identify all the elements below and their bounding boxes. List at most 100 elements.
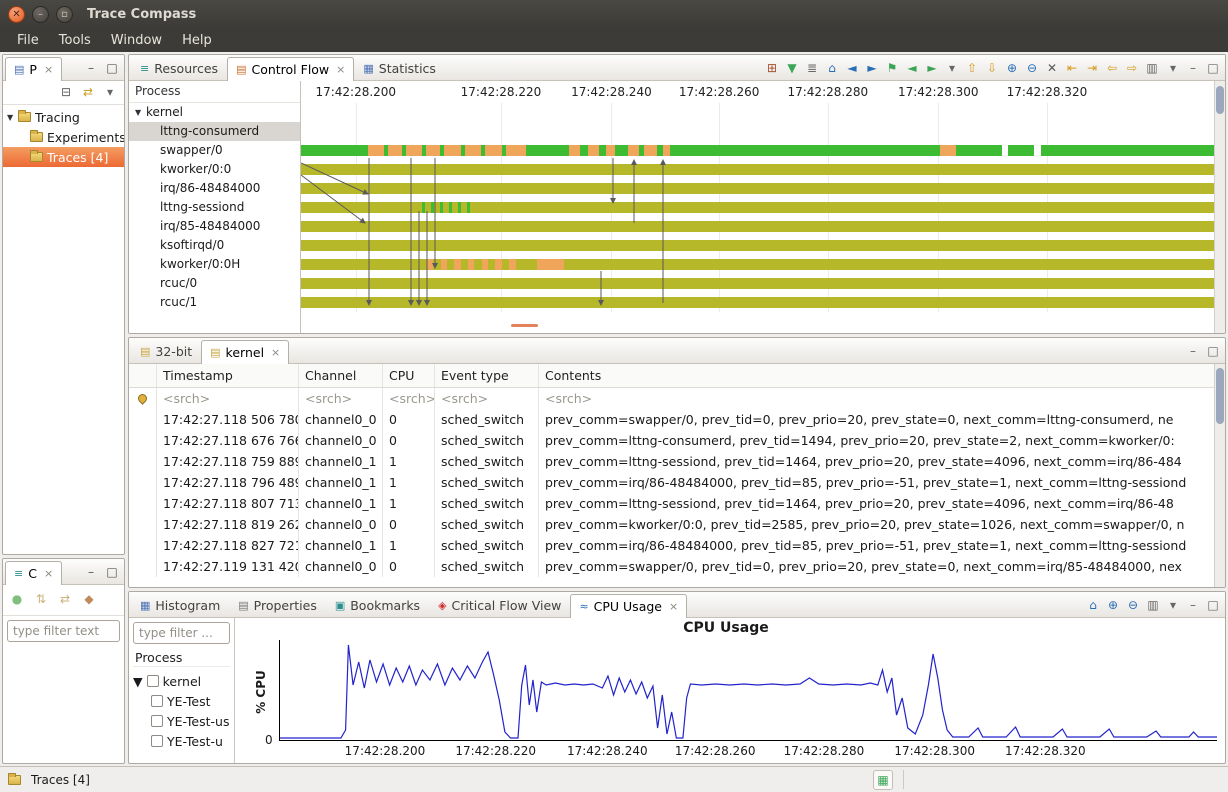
state-segment-green[interactable] [467,202,471,213]
view-menu-dropdown-icon[interactable]: ▾ [1163,58,1183,78]
tab-resources[interactable]: ≡ Resources [131,56,227,80]
filter-text-input[interactable] [7,620,120,642]
view-menu-icon[interactable]: ▥ [1142,58,1162,78]
markers-dropdown-icon[interactable]: ▾ [942,58,962,78]
scrollbar-thumb[interactable] [1216,86,1224,114]
follow-cpu-forward-icon[interactable]: ⇥ [1082,58,1102,78]
tab-critical-flow-view[interactable]: ◈ Critical Flow View [429,593,570,617]
zoom-out-icon[interactable]: ⊖ [1022,58,1042,78]
timeline-row[interactable] [301,255,1214,274]
events-filter-row[interactable]: <srch> <srch> <srch> <srch> <srch> [129,388,1214,409]
menu-tools[interactable]: Tools [50,31,100,50]
timeline-row[interactable] [301,160,1214,179]
show-legend-icon[interactable]: ≣ [802,58,822,78]
tab-cpu-usage[interactable]: ≈ CPU Usage × [570,594,688,618]
previous-event-icon[interactable]: ⇦ [1102,58,1122,78]
next-event-icon[interactable]: ⇨ [1122,58,1142,78]
state-segment-green[interactable] [421,202,425,213]
state-segment-orange[interactable] [387,145,403,156]
table-row[interactable]: 17:42:27.118 807 713 channel0_1 1 sched_swi… [129,493,1214,514]
filter-cell-contents[interactable]: <srch> [539,388,1214,409]
select-next-state-change-icon[interactable]: ► [862,58,882,78]
menu-window[interactable]: Window [102,31,171,50]
tab-statistics[interactable]: ▦ Statistics [354,56,445,80]
tab-project-explorer[interactable]: ▤ P × [5,57,63,81]
minimize-panel-icon[interactable]: – [81,562,101,582]
zoom-in-icon[interactable]: ⊕ [1103,595,1123,615]
column-header-contents[interactable]: Contents [539,364,1214,387]
new-connection-icon[interactable]: ● [7,589,27,609]
next-marker-icon[interactable]: ► [922,58,942,78]
tree-item-traces-4[interactable]: Traces [4] [3,147,124,167]
state-segment-green[interactable] [458,202,462,213]
close-tab-icon[interactable]: × [336,63,345,76]
cpu-tree-item-ye-test[interactable]: YE-Test [133,691,230,711]
state-segment-orange[interactable] [465,145,481,156]
filter-cell-timestamp[interactable]: <srch> [157,388,299,409]
reset-time-scale-icon[interactable]: ⌂ [1083,595,1103,615]
tree-item-experiments[interactable]: Experiments [3,127,124,147]
cpu-usage-plot[interactable] [279,640,1217,741]
filter-cell-event-type[interactable]: <srch> [435,388,539,409]
maximize-panel-icon[interactable]: □ [1203,58,1223,78]
tab-bookmarks[interactable]: ▣ Bookmarks [326,593,429,617]
select-next-process-icon[interactable]: ⇩ [982,58,1002,78]
process-row-kworker-0-0[interactable]: kworker/0:0 [129,160,300,179]
minimize-panel-icon[interactable]: – [1183,595,1203,615]
background-jobs-icon[interactable]: ▦ [873,770,893,790]
filter-text-input[interactable] [133,622,230,644]
cpu-usage-chart[interactable]: CPU Usage % CPU 0 17:42:28.200 17:42:28.2… [235,618,1225,763]
state-segment-green[interactable] [955,145,1003,156]
delete-connection-icon[interactable]: ◆ [79,589,99,609]
maximize-panel-icon[interactable]: □ [1203,595,1223,615]
collapse-commands-icon[interactable]: ⇅ [31,589,51,609]
process-row-lttng-consumerd[interactable]: lttng-consumerd [129,122,300,141]
vertical-scrollbar[interactable] [1214,81,1225,333]
state-segment-green[interactable] [430,202,434,213]
state-segment-orange[interactable] [426,259,434,270]
process-row-irq-85-48484000[interactable]: irq/85-48484000 [129,217,300,236]
menu-file[interactable]: File [8,31,48,50]
process-row-rcuc-0[interactable]: rcuc/0 [129,274,300,293]
expander-icon[interactable]: ▼ [133,674,143,689]
timeline-row[interactable] [301,103,1214,122]
state-segment-orange[interactable] [536,259,564,270]
collapse-all-icon[interactable]: ⊟ [56,82,76,102]
state-segment-green[interactable] [301,145,368,156]
checkbox-ye-test-us[interactable] [151,715,163,727]
checkbox-ye-test[interactable] [151,695,163,707]
state-segment-olive[interactable] [301,183,1214,194]
column-header-cpu[interactable]: CPU [383,364,435,387]
checkbox-ye-test-u[interactable] [151,735,163,747]
show-view-filters-icon[interactable]: ▼ [782,58,802,78]
minimize-panel-icon[interactable]: – [1183,341,1203,361]
minimize-panel-icon[interactable]: – [81,58,101,78]
tab-control-flow[interactable]: ▤ Control Flow × [227,57,355,81]
table-row[interactable]: 17:42:27.118 819 262 channel0_0 0 sched_swi… [129,514,1214,535]
expander-icon[interactable]: ▼ [7,113,18,122]
state-segment-orange[interactable] [662,145,670,156]
state-segment-orange[interactable] [405,145,423,156]
window-close-button[interactable]: ✕ [8,5,25,23]
state-segment-green[interactable] [1040,145,1214,156]
state-segment-orange[interactable] [506,145,526,156]
cpu-tree-item-ye-test-us[interactable]: YE-Test-us [133,711,230,731]
checkbox-kernel[interactable] [146,675,159,687]
process-row-kernel[interactable]: ▼ kernel [129,103,300,122]
select-prev-state-change-icon[interactable]: ◄ [842,58,862,78]
add-bookmark-icon[interactable]: ⚑ [882,58,902,78]
export-image-icon[interactable]: ⊞ [762,58,782,78]
state-segment-green[interactable] [598,145,606,156]
state-segment-orange[interactable] [444,145,461,156]
view-menu-icon[interactable]: ▥ [1143,595,1163,615]
state-segment-olive[interactable] [301,297,1214,308]
state-segment-olive[interactable] [301,240,1214,251]
table-row[interactable]: 17:42:27.119 131 420 channel0_0 0 sched_swi… [129,556,1214,577]
view-menu-dropdown-icon[interactable]: ▾ [100,82,120,102]
minimize-panel-icon[interactable]: – [1183,58,1203,78]
state-segment-green[interactable] [525,145,570,156]
state-segment-orange[interactable] [569,145,581,156]
menu-help[interactable]: Help [173,31,221,50]
state-segment-orange[interactable] [627,145,639,156]
state-segment-orange[interactable] [481,259,489,270]
